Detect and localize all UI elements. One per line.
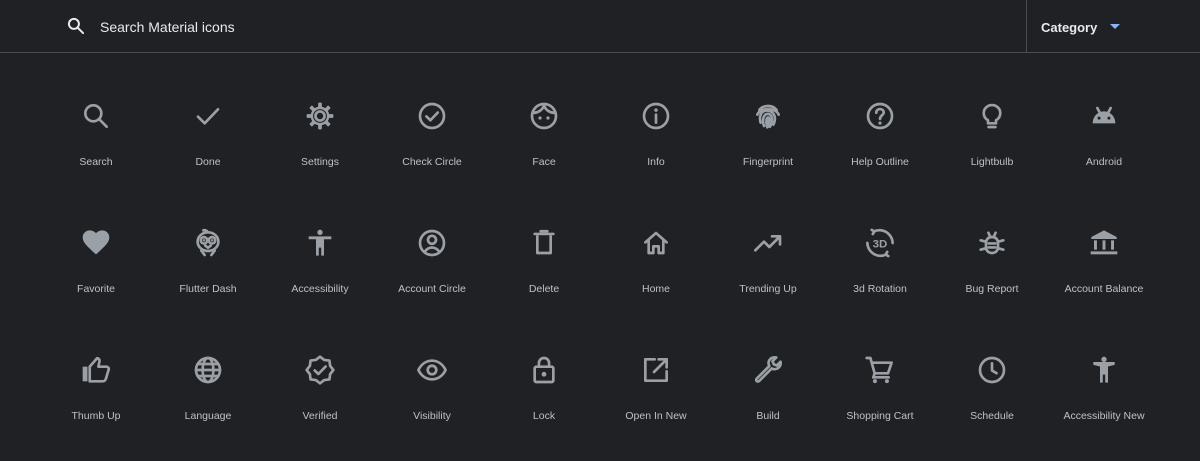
icon-tile-help-outline[interactable]: Help Outline	[824, 80, 936, 207]
top-bar: Search Material icons Category	[0, 0, 1200, 53]
icon-label: Favorite	[77, 283, 115, 295]
icon-label: Flutter Dash	[179, 283, 237, 295]
icon-label: Lightbulb	[970, 156, 1014, 168]
icon-label: Schedule	[970, 410, 1014, 422]
icon-label: Accessibility New	[1063, 410, 1145, 422]
icon-tile-check-circle[interactable]: Check Circle	[376, 80, 488, 207]
icon-tile-fingerprint[interactable]: Fingerprint	[712, 80, 824, 207]
schedule-icon	[976, 354, 1008, 386]
icon-tile-visibility[interactable]: Visibility	[376, 334, 488, 461]
icon-tile-done[interactable]: Done	[152, 80, 264, 207]
icon-tile-schedule[interactable]: Schedule	[936, 334, 1048, 461]
icon-label: Face	[532, 156, 556, 168]
3d-rotation-icon: 3D	[864, 227, 896, 259]
icon-tile-info[interactable]: Info	[600, 80, 712, 207]
icon-tile-open-in-new[interactable]: Open In New	[600, 334, 712, 461]
arrow-drop-down-icon[interactable]	[1110, 24, 1120, 29]
search-input[interactable]: Search Material icons	[100, 18, 235, 36]
check-circle-icon	[416, 100, 448, 132]
icon-label: Verified	[302, 410, 338, 422]
icon-label: Language	[184, 410, 232, 422]
icon-label: Bug Report	[965, 283, 1019, 295]
lightbulb-icon	[976, 100, 1008, 132]
icon-tile-flutter-dash[interactable]: Flutter Dash	[152, 207, 264, 334]
open-in-new-icon	[640, 354, 672, 386]
icon-tile-bug-report[interactable]: Bug Report	[936, 207, 1048, 334]
flutter-dash-icon	[192, 227, 224, 259]
icon-tile-shopping-cart[interactable]: Shopping Cart	[824, 334, 936, 461]
icon-tile-home[interactable]: Home	[600, 207, 712, 334]
icon-tile-trending-up[interactable]: Trending Up	[712, 207, 824, 334]
trending-up-icon	[752, 227, 784, 259]
category-dropdown[interactable]: Category	[1041, 20, 1097, 36]
icon-tile-accessibility[interactable]: Accessibility	[264, 207, 376, 334]
icon-label: Home	[641, 283, 670, 295]
icon-label: Shopping Cart	[846, 410, 914, 422]
icon-label: 3d Rotation	[853, 283, 907, 295]
icon-tile-face[interactable]: Face	[488, 80, 600, 207]
icon-tile-account-circle[interactable]: Account Circle	[376, 207, 488, 334]
icon-label: Android	[1085, 156, 1123, 168]
face-icon	[528, 100, 560, 132]
icon-label: Check Circle	[402, 156, 462, 168]
accessibility-icon	[304, 227, 336, 259]
icon-tile-account-balance[interactable]: Account Balance	[1048, 207, 1160, 334]
icon-tile-thumb-up[interactable]: Thumb Up	[40, 334, 152, 461]
icon-tile-accessibility-new[interactable]: Accessibility New	[1048, 334, 1160, 461]
icon-label: Fingerprint	[742, 156, 794, 168]
icon-tile-android[interactable]: Android	[1048, 80, 1160, 207]
icon-tile-search[interactable]: Search	[40, 80, 152, 207]
icon-label: Thumb Up	[71, 410, 121, 422]
favorite-icon	[80, 227, 112, 259]
icon-tile-3d-rotation[interactable]: 3D 3d Rotation	[824, 207, 936, 334]
icon-grid: Search Done Settings Check Circle Face Info Fi…	[40, 80, 1160, 461]
icon-label: Search	[79, 156, 113, 168]
done-icon	[192, 100, 224, 132]
toolbar-divider	[1026, 0, 1027, 53]
fingerprint-icon	[752, 100, 784, 132]
icon-tile-language[interactable]: Language	[152, 334, 264, 461]
icon-label: Delete	[528, 283, 560, 295]
icon-label: Done	[195, 156, 221, 168]
icon-label: Accessibility	[291, 283, 349, 295]
lock-icon	[528, 354, 560, 386]
build-icon	[752, 354, 784, 386]
icon-tile-verified[interactable]: Verified	[264, 334, 376, 461]
icon-label: Account Circle	[398, 283, 466, 295]
language-icon	[192, 354, 224, 386]
icon-label: Settings	[301, 156, 339, 168]
visibility-icon	[416, 354, 448, 386]
icon-label: Help Outline	[851, 156, 909, 168]
search-icon[interactable]	[66, 16, 86, 36]
icon-tile-build[interactable]: Build	[712, 334, 824, 461]
icon-label: Build	[756, 410, 780, 422]
shopping-cart-icon	[864, 354, 896, 386]
icon-label: Lock	[532, 410, 556, 422]
info-icon	[640, 100, 672, 132]
settings-icon	[304, 100, 336, 132]
bug-report-icon	[976, 227, 1008, 259]
icon-tile-lightbulb[interactable]: Lightbulb	[936, 80, 1048, 207]
thumb-up-icon	[80, 354, 112, 386]
verified-icon	[304, 354, 336, 386]
account-circle-icon	[416, 227, 448, 259]
icon-label: Open In New	[625, 410, 687, 422]
icon-tile-favorite[interactable]: Favorite	[40, 207, 152, 334]
icon-tile-lock[interactable]: Lock	[488, 334, 600, 461]
account-balance-icon	[1088, 227, 1120, 259]
rotation-3d-glyph-text: 3D	[873, 238, 888, 250]
help-outline-icon	[864, 100, 896, 132]
icon-tile-delete[interactable]: Delete	[488, 207, 600, 334]
icon-label: Account Balance	[1064, 283, 1144, 295]
home-icon	[640, 227, 672, 259]
delete-icon	[528, 227, 560, 259]
icon-label: Visibility	[413, 410, 451, 422]
icon-label: Trending Up	[739, 283, 797, 295]
accessibility-new-icon	[1088, 354, 1120, 386]
search-icon	[80, 100, 112, 132]
icon-label: Info	[647, 156, 665, 168]
android-icon	[1088, 100, 1120, 132]
icon-tile-settings[interactable]: Settings	[264, 80, 376, 207]
